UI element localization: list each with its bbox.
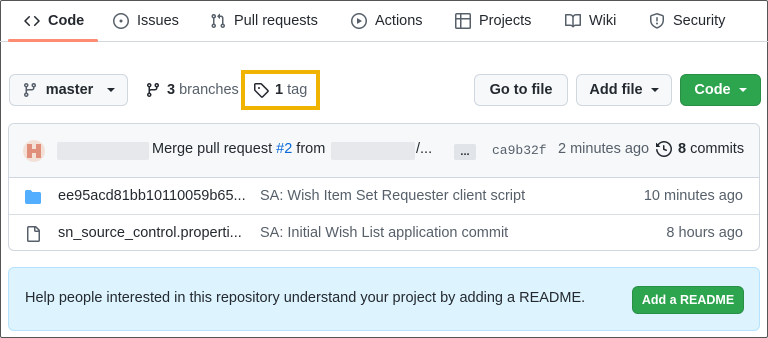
branches-count: 3 bbox=[167, 82, 176, 98]
file-commit-time: 8 hours ago bbox=[666, 225, 743, 241]
tab-pull-requests[interactable]: Pull requests bbox=[210, 0, 318, 42]
file-row[interactable]: sn_source_control.properti... SA: Initia… bbox=[9, 215, 759, 250]
repo-nav: Code Issues Pull requests Actions Projec… bbox=[0, 0, 768, 42]
avatar[interactable] bbox=[23, 140, 45, 162]
redacted-author bbox=[57, 142, 149, 160]
file-icon bbox=[27, 226, 40, 242]
go-to-file-label: Go to file bbox=[489, 82, 553, 98]
tab-issues-label: Issues bbox=[137, 13, 179, 29]
add-file-button[interactable]: Add file bbox=[576, 74, 672, 106]
code-button[interactable]: Code bbox=[680, 74, 761, 106]
play-icon bbox=[351, 13, 367, 29]
commit-message-suffix: /... bbox=[416, 141, 433, 157]
folder-icon bbox=[25, 190, 41, 204]
commit-message[interactable]: Merge pull request #2 from bbox=[152, 141, 325, 157]
add-readme-button[interactable]: Add a README bbox=[632, 286, 744, 314]
chevron-down-icon bbox=[738, 88, 747, 92]
git-branch-icon bbox=[23, 83, 36, 98]
code-icon bbox=[24, 15, 40, 27]
commits-count: 8 bbox=[678, 141, 687, 157]
commit-message-prefix: Merge pull request bbox=[152, 141, 273, 157]
code-button-label: Code bbox=[694, 82, 731, 98]
add-file-label: Add file bbox=[589, 82, 643, 98]
pull-request-link[interactable]: #2 bbox=[276, 141, 292, 157]
tags-highlight-box bbox=[241, 70, 320, 110]
commit-time: 2 minutes ago bbox=[558, 141, 650, 157]
book-icon bbox=[565, 13, 581, 28]
tab-pull-requests-label: Pull requests bbox=[234, 13, 318, 29]
branch-name: master bbox=[45, 82, 94, 98]
file-commit-message[interactable]: SA: Wish Item Set Requester client scrip… bbox=[260, 188, 525, 204]
commit-expand-button[interactable]: ... bbox=[454, 144, 476, 160]
branches-label: branches bbox=[179, 82, 239, 98]
active-tab-indicator bbox=[8, 39, 98, 42]
issue-opened-icon bbox=[113, 13, 129, 29]
tab-security[interactable]: Security bbox=[649, 0, 725, 42]
tab-code-label: Code bbox=[48, 13, 85, 29]
tab-projects-label: Projects bbox=[479, 13, 532, 29]
tab-code[interactable]: Code bbox=[24, 0, 84, 42]
readme-banner: Help people interested in this repositor… bbox=[8, 267, 760, 331]
commits-history-link[interactable]: 8 commits bbox=[656, 141, 744, 157]
file-commit-time: 10 minutes ago bbox=[643, 188, 743, 204]
file-name-link[interactable]: sn_source_control.properti... bbox=[58, 225, 248, 241]
latest-commit-bar: Merge pull request #2 from /... ... ca9b… bbox=[9, 124, 759, 178]
tab-security-label: Security bbox=[673, 13, 726, 29]
readme-banner-text: Help people interested in this repositor… bbox=[25, 290, 586, 306]
table-icon bbox=[455, 13, 471, 29]
commits-label: commits bbox=[690, 141, 745, 157]
commit-message-from: from bbox=[296, 141, 326, 157]
file-name-link[interactable]: ee95acd81bb10110059b65... bbox=[58, 188, 248, 204]
git-branch-icon bbox=[146, 83, 159, 98]
branches-link[interactable]: 3 branches bbox=[145, 74, 239, 106]
chevron-down-icon bbox=[650, 88, 659, 92]
tab-issues[interactable]: Issues bbox=[113, 0, 179, 42]
tab-wiki[interactable]: Wiki bbox=[565, 0, 616, 42]
redacted-source-branch bbox=[331, 142, 415, 160]
history-icon bbox=[656, 141, 672, 157]
branch-select-button[interactable]: master bbox=[9, 74, 128, 106]
file-row[interactable]: ee95acd81bb10110059b65... SA: Wish Item … bbox=[9, 178, 759, 215]
tab-actions[interactable]: Actions bbox=[351, 0, 423, 42]
git-pull-request-icon bbox=[211, 13, 226, 29]
file-commit-message[interactable]: SA: Initial Wish List application commit bbox=[260, 225, 508, 241]
chevron-down-icon bbox=[107, 88, 116, 92]
tab-projects[interactable]: Projects bbox=[455, 0, 531, 42]
file-list-box: Merge pull request #2 from /... ... ca9b… bbox=[8, 123, 760, 251]
tab-wiki-label: Wiki bbox=[589, 13, 617, 29]
tab-actions-label: Actions bbox=[375, 13, 423, 29]
go-to-file-button[interactable]: Go to file bbox=[474, 74, 568, 106]
shield-icon bbox=[650, 13, 664, 29]
commit-sha[interactable]: ca9b32f bbox=[492, 143, 547, 158]
